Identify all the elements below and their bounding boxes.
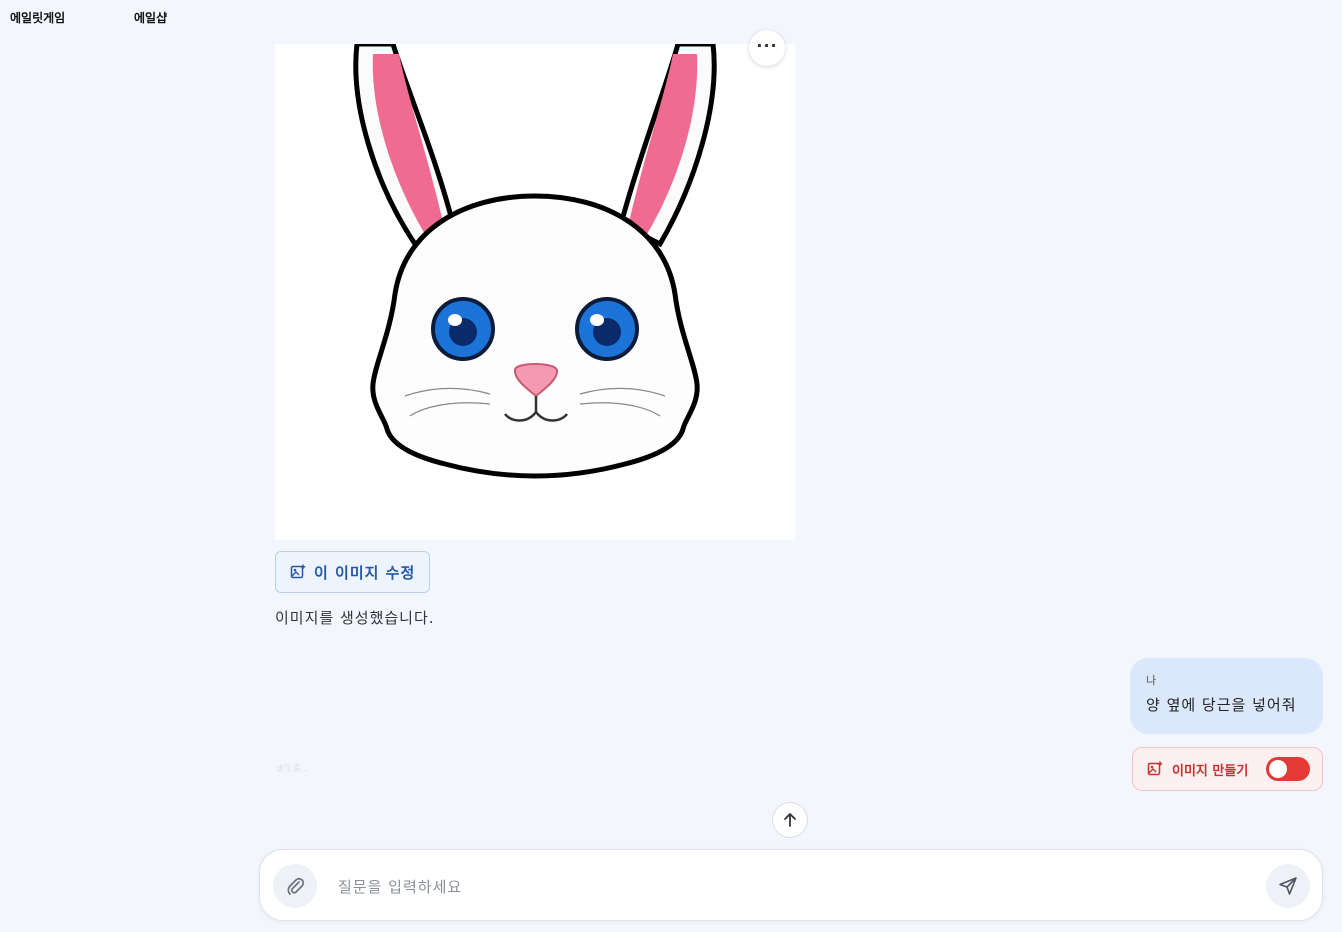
paperclip-icon bbox=[287, 877, 305, 895]
user-message-bubble: 나 양 옆에 당근을 넣어줘 bbox=[1130, 658, 1323, 734]
toggle-knob bbox=[1269, 760, 1287, 778]
scroll-up-button[interactable] bbox=[772, 802, 808, 838]
more-icon: ··· bbox=[756, 35, 778, 55]
message-composer bbox=[259, 849, 1323, 921]
image-generation-toggle[interactable]: 이미지 만들기 bbox=[1132, 747, 1323, 791]
image-edit-icon bbox=[290, 564, 306, 579]
image-options-button[interactable]: ··· bbox=[749, 30, 785, 66]
send-icon bbox=[1279, 877, 1297, 895]
toggle-switch[interactable] bbox=[1266, 757, 1310, 781]
image-toggle-label: 이미지 만들기 bbox=[1172, 763, 1249, 779]
loading-text: 생각 중... bbox=[276, 764, 309, 773]
attach-button[interactable] bbox=[273, 864, 317, 908]
nav-link-game[interactable]: 에일릿게임 bbox=[10, 9, 65, 26]
rabbit-illustration bbox=[353, 44, 717, 479]
arrow-up-icon bbox=[784, 813, 796, 827]
message-input[interactable] bbox=[336, 868, 1240, 906]
generated-image[interactable] bbox=[275, 44, 795, 540]
user-message-text: 양 옆에 당근을 넣어줘 bbox=[1146, 696, 1297, 714]
assistant-message: 이미지를 생성했습니다. bbox=[275, 609, 435, 627]
nav-link-shop[interactable]: 에일샵 bbox=[134, 9, 167, 26]
send-button[interactable] bbox=[1266, 864, 1310, 908]
top-nav: 에일릿게임 에일샵 bbox=[0, 0, 1342, 34]
edit-image-button[interactable]: 이 이미지 수정 bbox=[275, 551, 431, 593]
edit-image-label: 이 이미지 수정 bbox=[314, 563, 416, 582]
image-plus-icon bbox=[1147, 761, 1163, 776]
user-name: 나 bbox=[1146, 674, 1157, 687]
